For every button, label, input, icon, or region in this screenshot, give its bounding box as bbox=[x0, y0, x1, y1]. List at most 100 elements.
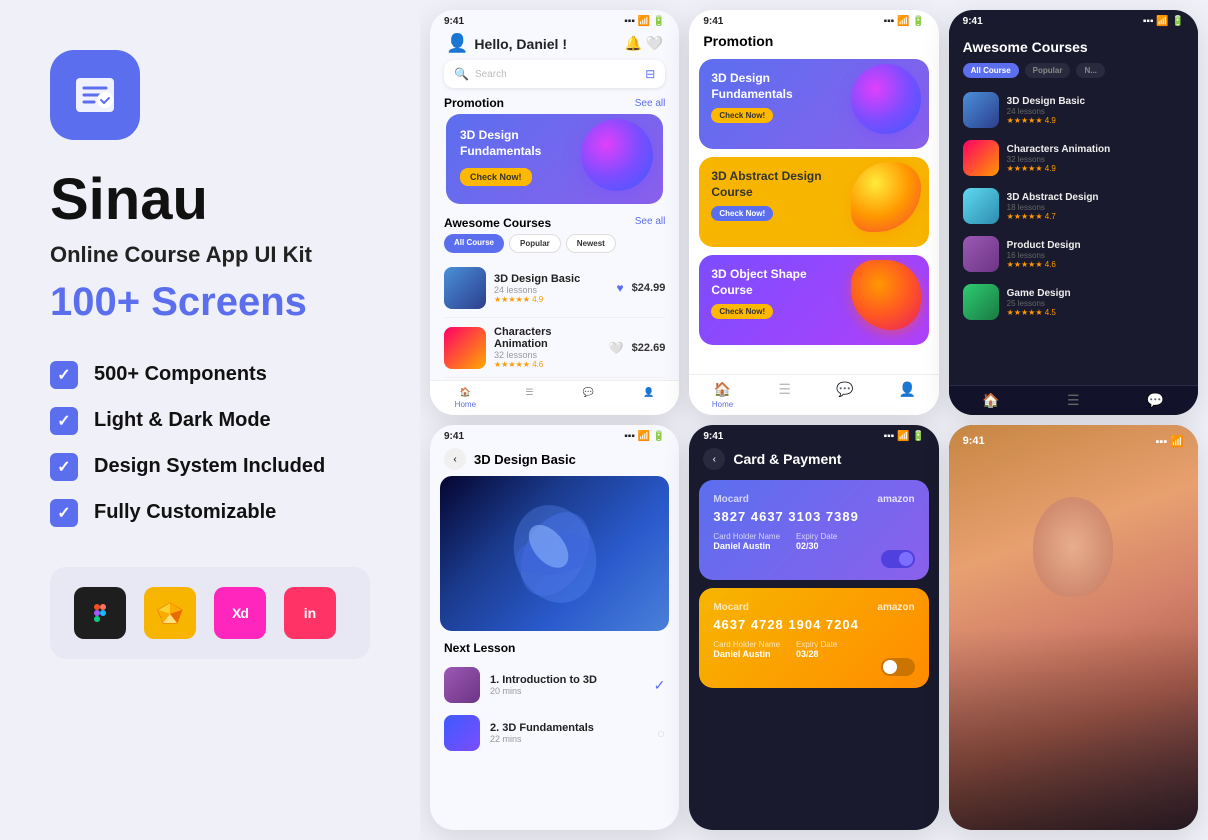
feature-item: 500+ Components bbox=[50, 361, 370, 389]
dark-course-2[interactable]: Characters Animation 32 lessons ★★★★★ 4.… bbox=[949, 134, 1198, 182]
app-logo bbox=[50, 50, 140, 140]
features-list: 500+ Components Light & Dark Mode Design… bbox=[50, 361, 370, 527]
feature-text-4: Fully Customizable bbox=[94, 501, 276, 524]
brand-tagline: Online Course App UI Kit bbox=[50, 242, 370, 268]
lesson-check-2: ○ bbox=[657, 725, 665, 741]
search-bar-p1[interactable]: 🔍 Search ⊟ bbox=[444, 60, 665, 88]
status-bar-p6: 9:41 ▪▪▪ 📶 bbox=[963, 435, 1184, 448]
check-now-p2-1[interactable]: Check Now! bbox=[711, 206, 773, 221]
check-icon-1 bbox=[50, 361, 78, 389]
lesson-item-1[interactable]: 1. Introduction to 3D 20 mins ✓ bbox=[430, 661, 679, 709]
dark-thumb-1 bbox=[963, 92, 999, 128]
dark-thumb-3 bbox=[963, 188, 999, 224]
status-bar-p4: 9:41 ▪▪▪ 📶 🔋 bbox=[430, 425, 679, 444]
status-bar-p1: 9:41 ▪▪▪ 📶 🔋 bbox=[430, 10, 679, 29]
nav-list[interactable]: ☰ bbox=[525, 387, 533, 409]
back-button-p4[interactable]: ‹ bbox=[444, 448, 466, 470]
payment-header: ‹ Card & Payment bbox=[689, 444, 938, 480]
lesson-thumb-2 bbox=[444, 715, 480, 751]
feature-text-3: Design System Included bbox=[94, 455, 325, 478]
face-shape bbox=[1033, 497, 1113, 597]
course-hero-image bbox=[440, 476, 669, 631]
sketch-icon bbox=[144, 587, 196, 639]
nav-profile[interactable]: 👤 bbox=[643, 387, 654, 409]
course-thumb-2 bbox=[444, 327, 486, 369]
nav-chat-p3[interactable]: 💬 bbox=[1147, 392, 1164, 409]
figma-icon bbox=[74, 587, 126, 639]
brand-name: Sinau bbox=[50, 168, 370, 232]
next-lesson-title: Next Lesson bbox=[430, 641, 679, 661]
card-toggle-1[interactable] bbox=[881, 550, 915, 568]
feature-item: Fully Customizable bbox=[50, 499, 370, 527]
dark-course-3[interactable]: 3D Abstract Design 18 lessons ★★★★★ 4.7 bbox=[949, 182, 1198, 230]
nav-list-p2[interactable]: ☰ bbox=[778, 381, 791, 409]
bottom-nav-p3: 🏠 ☰ 💬 bbox=[949, 385, 1198, 415]
nav-list-p3[interactable]: ☰ bbox=[1067, 392, 1080, 409]
amazon-logo-1: amazon bbox=[877, 494, 914, 505]
dark-course-4[interactable]: Product Design 16 lessons ★★★★★ 4.6 bbox=[949, 230, 1198, 278]
check-icon-4 bbox=[50, 499, 78, 527]
lesson-thumb-1 bbox=[444, 667, 480, 703]
phone-mockup-promotion: 9:41 ▪▪▪ 📶 🔋 Promotion 3D Design Fundame… bbox=[689, 10, 938, 415]
feature-item: Design System Included bbox=[50, 453, 370, 481]
promo-card-p1: 3D Design Fundamentals Check Now! bbox=[446, 114, 663, 204]
dark-course-5[interactable]: Game Design 25 lessons ★★★★★ 4.5 bbox=[949, 278, 1198, 326]
dark-course-1[interactable]: 3D Design Basic 24 lessons ★★★★★ 4.9 bbox=[949, 86, 1198, 134]
dark-thumb-4 bbox=[963, 236, 999, 272]
course-thumb-1 bbox=[444, 267, 486, 309]
heart-icon-1: ♥ bbox=[617, 281, 624, 295]
lesson-item-2[interactable]: 2. 3D Fundamentals 22 mins ○ bbox=[430, 709, 679, 757]
nav-home-p2[interactable]: 🏠Home bbox=[712, 381, 733, 409]
card-toggle-2[interactable] bbox=[881, 658, 915, 676]
check-icon-3 bbox=[50, 453, 78, 481]
feature-text-1: 500+ Components bbox=[94, 363, 267, 386]
feature-text-2: Light & Dark Mode bbox=[94, 409, 271, 432]
promotion-title-p2: Promotion bbox=[689, 29, 938, 59]
filter-tabs-p1: All Course Popular Newest bbox=[430, 234, 679, 259]
dark-thumb-2 bbox=[963, 140, 999, 176]
check-icon-2 bbox=[50, 407, 78, 435]
promotion-header-p1: Promotion See all bbox=[430, 96, 679, 114]
nav-chat[interactable]: 💬 bbox=[583, 387, 594, 409]
heart-icon-2: 🤍 bbox=[609, 341, 624, 355]
bottom-nav-p1: 🏠Home ☰ 💬 👤 bbox=[430, 380, 679, 415]
phone-mockup-light-home: 9:41 ▪▪▪ 📶 🔋 👤 Hello, Daniel ! 🔔 🤍 🔍 Sea… bbox=[430, 10, 679, 415]
course-item-2[interactable]: Characters Animation 32 lessons ★★★★★ 4.… bbox=[444, 318, 665, 378]
tools-bar: Xd in bbox=[50, 567, 370, 659]
promo-card-yellow-p2: 3D Abstract Design Course Check Now! bbox=[699, 157, 928, 247]
awesome-courses-dark: Awesome Courses bbox=[949, 29, 1198, 63]
check-now-p2-2[interactable]: Check Now! bbox=[711, 304, 773, 319]
bottom-nav-p2: 🏠Home ☰ 💬 👤 bbox=[689, 374, 938, 415]
status-bar-p3: 9:41 ▪▪▪ 📶 🔋 bbox=[949, 10, 1198, 29]
course-detail-header: ‹ 3D Design Basic bbox=[430, 444, 679, 476]
invision-icon: in bbox=[284, 587, 336, 639]
check-now-btn-p1[interactable]: Check Now! bbox=[460, 168, 532, 186]
feature-item: Light & Dark Mode bbox=[50, 407, 370, 435]
status-bar-p5: 9:41 ▪▪▪ 📶 🔋 bbox=[689, 425, 938, 444]
status-bar-p2: 9:41 ▪▪▪ 📶 🔋 bbox=[689, 10, 938, 29]
right-panel: 9:41 ▪▪▪ 📶 🔋 👤 Hello, Daniel ! 🔔 🤍 🔍 Sea… bbox=[420, 0, 1208, 840]
left-panel: Sinau Online Course App UI Kit 100+ Scre… bbox=[0, 0, 420, 840]
lesson-check-1: ✓ bbox=[654, 677, 666, 694]
course-item-1[interactable]: 3D Design Basic 24 lessons ★★★★★ 4.9 ♥ $… bbox=[444, 259, 665, 318]
nav-home-p3[interactable]: 🏠 bbox=[982, 392, 999, 409]
promo-card-blue-p2: 3D Design Fundamentals Check Now! bbox=[699, 59, 928, 149]
back-btn-p5[interactable]: ‹ bbox=[703, 448, 725, 470]
nav-profile-p2[interactable]: 👤 bbox=[899, 381, 916, 409]
phone-mockup-course-detail: 9:41 ▪▪▪ 📶 🔋 ‹ 3D Design Basic Next Less… bbox=[430, 425, 679, 830]
nav-chat-p2[interactable]: 💬 bbox=[836, 381, 853, 409]
greeting-text: 👤 Hello, Daniel ! 🔔 🤍 bbox=[430, 29, 679, 60]
credit-card-2: Mocard 4637 4728 1904 7204 Card Holder N… bbox=[699, 588, 928, 688]
screens-count: 100+ Screens bbox=[50, 280, 370, 325]
filter-tabs-dark: All Course Popular N... bbox=[949, 63, 1198, 86]
credit-card-1: Mocard 3827 4637 3103 7389 Card Holder N… bbox=[699, 480, 928, 580]
overlay-gradient bbox=[949, 628, 1198, 831]
dark-thumb-5 bbox=[963, 284, 999, 320]
phone-mockup-payment: 9:41 ▪▪▪ 📶 🔋 ‹ Card & Payment Mocard 382… bbox=[689, 425, 938, 830]
course-list-p1: 3D Design Basic 24 lessons ★★★★★ 4.9 ♥ $… bbox=[430, 259, 679, 378]
nav-home[interactable]: 🏠Home bbox=[455, 387, 476, 409]
xd-icon: Xd bbox=[214, 587, 266, 639]
phone-mockup-dark: 9:41 ▪▪▪ 📶 🔋 Awesome Courses All Course … bbox=[949, 10, 1198, 415]
check-now-p2-0[interactable]: Check Now! bbox=[711, 108, 773, 123]
promo-card-purple-p2: 3D Object Shape Course Check Now! bbox=[699, 255, 928, 345]
